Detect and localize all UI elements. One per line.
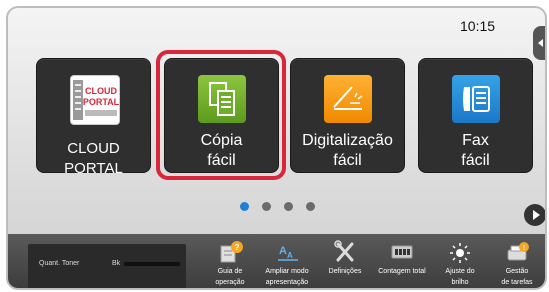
tile-label: Digitalização fácil	[291, 131, 404, 171]
bottom-item-label: Ampliar modo	[265, 268, 309, 275]
svg-text:?: ?	[235, 243, 240, 252]
bottom-item-label: brilho	[451, 279, 469, 286]
total-count-button[interactable]: Contagem total	[374, 236, 430, 288]
tile-label-line: fácil	[333, 152, 362, 169]
operation-guide-button[interactable]: ? Guia de operação	[202, 236, 258, 288]
toner-channel-label: Bk	[112, 260, 121, 267]
side-panel-tab[interactable]	[533, 26, 545, 60]
home-screen: 10:15 CLOUD PORTAL CLOUD PORTAL Cópia fá…	[6, 6, 547, 290]
bottom-item-label: operação	[215, 279, 245, 286]
svg-text:A: A	[279, 245, 287, 257]
page-indicator	[240, 202, 315, 211]
clock: 10:15	[460, 18, 496, 34]
easy-scan-icon	[324, 75, 372, 123]
next-page-button[interactable]	[524, 204, 545, 226]
tile-label: CLOUD PORTAL	[37, 139, 150, 179]
job-status-button[interactable]: ! Gestão de tarefas	[489, 236, 545, 288]
brightness-icon	[445, 240, 475, 264]
settings-button[interactable]: Definições	[317, 236, 373, 288]
enlarge-display-button[interactable]: A A Ampliar modo apresentação	[259, 236, 315, 288]
bottom-item-label: Definições	[328, 268, 362, 275]
bottom-item-label: de tarefas	[501, 279, 533, 286]
settings-tools-icon	[330, 240, 360, 264]
toner-level-bar	[124, 262, 180, 266]
svg-text:A: A	[287, 251, 293, 260]
bottom-item-label: Contagem total	[378, 268, 426, 275]
bottom-item-label: Guia de	[217, 268, 243, 275]
cloud-logo-text-1: CLOUD	[85, 86, 117, 96]
page-dot[interactable]	[306, 202, 315, 211]
tile-label-line: Fax	[462, 132, 489, 149]
brightness-button[interactable]: Ajuste do brilho	[432, 236, 488, 288]
toner-title: Quant. Toner	[39, 260, 80, 267]
bottom-item-label: apresentação	[265, 279, 309, 286]
bottom-item-label: Gestão	[505, 268, 529, 275]
page-dot[interactable]	[262, 202, 271, 211]
tile-label-line: Digitalização	[302, 132, 393, 149]
total-count-icon	[387, 240, 417, 264]
cloud-portal-icon: CLOUD PORTAL	[70, 75, 120, 125]
operation-guide-icon: ?	[215, 240, 245, 264]
tile-easy-scan[interactable]: Digitalização fácil	[290, 58, 405, 173]
selection-highlight	[156, 50, 286, 180]
svg-text:!: !	[523, 245, 525, 252]
cloud-logo-text-2: PORTAL	[83, 97, 119, 107]
page-dot[interactable]	[284, 202, 293, 211]
tile-easy-fax[interactable]: Fax fácil	[418, 58, 533, 173]
bottom-item-label: Ajuste do	[445, 268, 475, 275]
tile-label-line: fácil	[461, 152, 490, 169]
tile-label: Fax fácil	[419, 131, 532, 171]
play-arrow-icon	[532, 210, 540, 220]
easy-fax-icon	[452, 75, 500, 123]
job-status-icon: !	[502, 240, 532, 264]
tile-cloud-portal[interactable]: CLOUD PORTAL CLOUD PORTAL	[36, 58, 151, 177]
page-dot[interactable]	[240, 202, 249, 211]
enlarge-display-icon: A A	[272, 240, 302, 264]
toner-level-panel: Quant. Toner Bk	[28, 244, 186, 288]
toner-level-fill	[124, 262, 180, 266]
chevron-left-icon	[538, 39, 543, 47]
tile-label-line: CLOUD PORTAL	[64, 140, 123, 177]
